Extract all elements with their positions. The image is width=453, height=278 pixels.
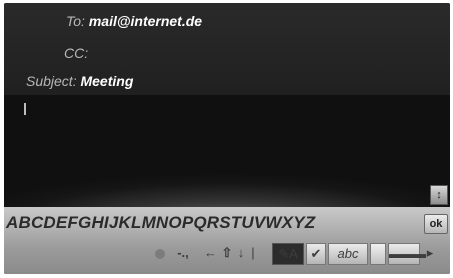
message-body[interactable]: [4, 95, 450, 207]
down-arrow-icon[interactable]: ↓: [236, 243, 246, 263]
handwriting-button[interactable]: ✎A: [272, 243, 304, 265]
more-icon[interactable]: ▸: [424, 243, 436, 263]
ok-button[interactable]: ok: [424, 214, 448, 234]
phone-keypad-button[interactable]: ▬▬▬: [388, 243, 426, 265]
to-value: mail@internet.de: [88, 13, 203, 29]
cc-label: CC:: [64, 45, 89, 61]
punctuation-key[interactable]: -.,: [168, 243, 198, 263]
space-key[interactable]: [154, 243, 166, 263]
blank-key[interactable]: [370, 243, 386, 265]
email-header: To: mail@internet.de CC: Subject: Meetin…: [4, 3, 450, 95]
separator: |: [251, 245, 255, 260]
dot-icon: [155, 248, 165, 259]
to-field[interactable]: To: mail@internet.de: [66, 13, 202, 29]
left-arrow-icon[interactable]: ←: [204, 243, 217, 263]
check-button[interactable]: ✔: [306, 243, 326, 265]
subject-value: Meeting: [80, 73, 134, 89]
subject-field[interactable]: Subject: Meeting: [26, 73, 133, 89]
abc-button[interactable]: abc: [328, 243, 368, 265]
character-keyboard: ABCDEFGHIJKLMNOPQRSTUVWXYZ ok -., ← ⇧ ↓ …: [4, 207, 450, 274]
letter-row[interactable]: ABCDEFGHIJKLMNOPQRSTUVWXYZ: [4, 211, 426, 235]
shift-icon[interactable]: ⇧: [220, 243, 234, 263]
options-icon[interactable]: ↕: [430, 185, 448, 205]
subject-label: Subject:: [26, 73, 77, 89]
cc-field[interactable]: CC:: [64, 45, 88, 61]
keyboard-control-row: -., ← ⇧ ↓ | ✎A ✔ abc ▬▬▬ ▸: [154, 239, 450, 269]
text-cursor: [24, 103, 26, 115]
to-label: To:: [66, 13, 85, 29]
screen-frame: To: mail@internet.de CC: Subject: Meetin…: [4, 3, 450, 274]
